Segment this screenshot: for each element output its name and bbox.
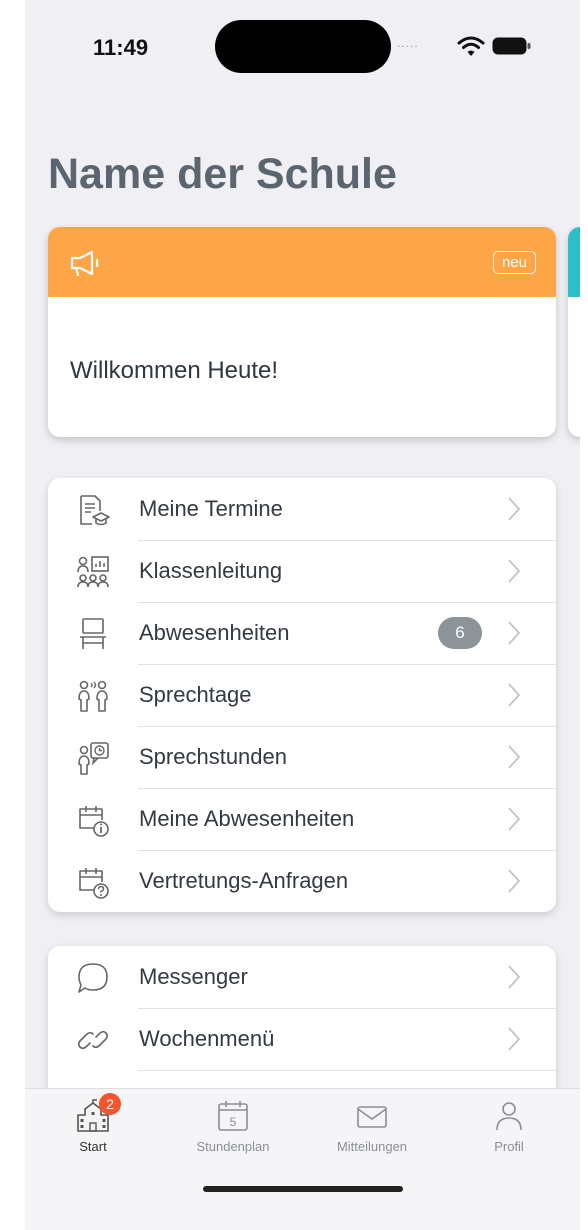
menu-label: Messenger [139, 964, 248, 989]
menu-item-wochenmenue[interactable]: Wochenmenü [48, 1008, 556, 1070]
phone-screen: 11:49 ..... Name der Schule neu Willkomm… [25, 0, 580, 1230]
calendar-day: 5 [230, 1115, 237, 1129]
menu-item-abwesenheiten[interactable]: Abwesenheiten 6 [48, 602, 556, 664]
battery-icon [492, 37, 531, 55]
tab-start[interactable]: 2 Start [33, 1093, 153, 1154]
menu-item-sprechtage[interactable]: Sprechtage [48, 664, 556, 726]
envelope-icon [357, 1106, 387, 1128]
chevron-right-icon [508, 745, 521, 769]
megaphone-icon [70, 250, 99, 277]
menu-item-meine-abwesenheiten[interactable]: Meine Abwesenheiten [48, 788, 556, 850]
menu-item-sprechstunden[interactable]: Sprechstunden [48, 726, 556, 788]
menu-label: Wochenmenü [139, 1026, 275, 1051]
chevron-right-icon [508, 683, 521, 707]
page-title: Name der Schule [48, 150, 397, 198]
menu-label: Meine Abwesenheiten [139, 806, 355, 831]
menu-label: Meine Termine [139, 496, 283, 521]
tab-bar: 2 Start 5 Stundenplan Mitteilungen Profi… [25, 1088, 580, 1230]
calendar-question-icon [79, 868, 109, 899]
status-icons: ..... [397, 34, 557, 58]
chevron-right-icon [508, 807, 521, 831]
chevron-right-icon [508, 559, 521, 583]
menu-label: Abwesenheiten [139, 620, 290, 645]
notification-badge: 2 [99, 1093, 121, 1115]
chevron-right-icon [508, 965, 521, 989]
person-icon [496, 1102, 522, 1131]
dynamic-island [215, 20, 391, 73]
tab-label: Start [79, 1139, 107, 1154]
calendar-info-icon [79, 806, 109, 837]
chevron-right-icon [508, 497, 521, 521]
document-graduation-icon [80, 495, 110, 526]
next-announcement-card[interactable] [568, 227, 580, 437]
chevron-right-icon [508, 1027, 521, 1051]
home-indicator[interactable] [203, 1186, 403, 1192]
tab-label: Profil [494, 1139, 524, 1154]
menu-label: Vertretungs-Anfragen [139, 868, 349, 893]
menu-item-klassenleitung[interactable]: Klassenleitung [48, 540, 556, 602]
chat-bubble-icon [78, 963, 108, 993]
menu-item-vertretungs-anfragen[interactable]: Vertretungs-Anfragen [48, 850, 556, 912]
main-menu: Meine Termine Klassenleitung Abwesenheit… [48, 478, 556, 912]
tab-stundenplan[interactable]: 5 Stundenplan [173, 1099, 293, 1154]
chevron-right-icon [508, 869, 521, 893]
menu-item-meine-termine[interactable]: Meine Termine [48, 478, 556, 540]
announcement-header: neu [48, 227, 556, 297]
chevron-right-icon [508, 621, 521, 645]
tab-label: Stundenplan [196, 1139, 270, 1154]
chair-icon [80, 618, 106, 649]
status-time: 11:49 [93, 35, 149, 60]
calendar-icon: 5 [218, 1101, 248, 1131]
menu-label: Sprechtage [139, 682, 252, 707]
wifi-icon [457, 36, 485, 56]
announcement-text: Willkommen Heute! [70, 357, 279, 384]
signal-icon: ..... [397, 36, 419, 50]
tab-label: Mitteilungen [336, 1139, 408, 1154]
menu-label: Sprechstunden [139, 744, 287, 769]
menu-label: Klassenleitung [139, 558, 283, 583]
menu-item-messenger[interactable]: Messenger [48, 946, 556, 1008]
new-badge: neu [492, 251, 536, 274]
class-presentation-icon [77, 556, 109, 588]
tab-profil[interactable]: Profil [449, 1099, 569, 1154]
person-clock-bubble-icon [78, 742, 109, 775]
count-badge: 6 [438, 617, 482, 649]
next-announcement-header [568, 227, 580, 297]
tab-mitteilungen[interactable]: Mitteilungen [312, 1099, 432, 1154]
announcement-card[interactable]: neu Willkommen Heute! [48, 227, 556, 437]
people-talking-icon [78, 680, 108, 712]
link-icon [77, 1030, 109, 1050]
